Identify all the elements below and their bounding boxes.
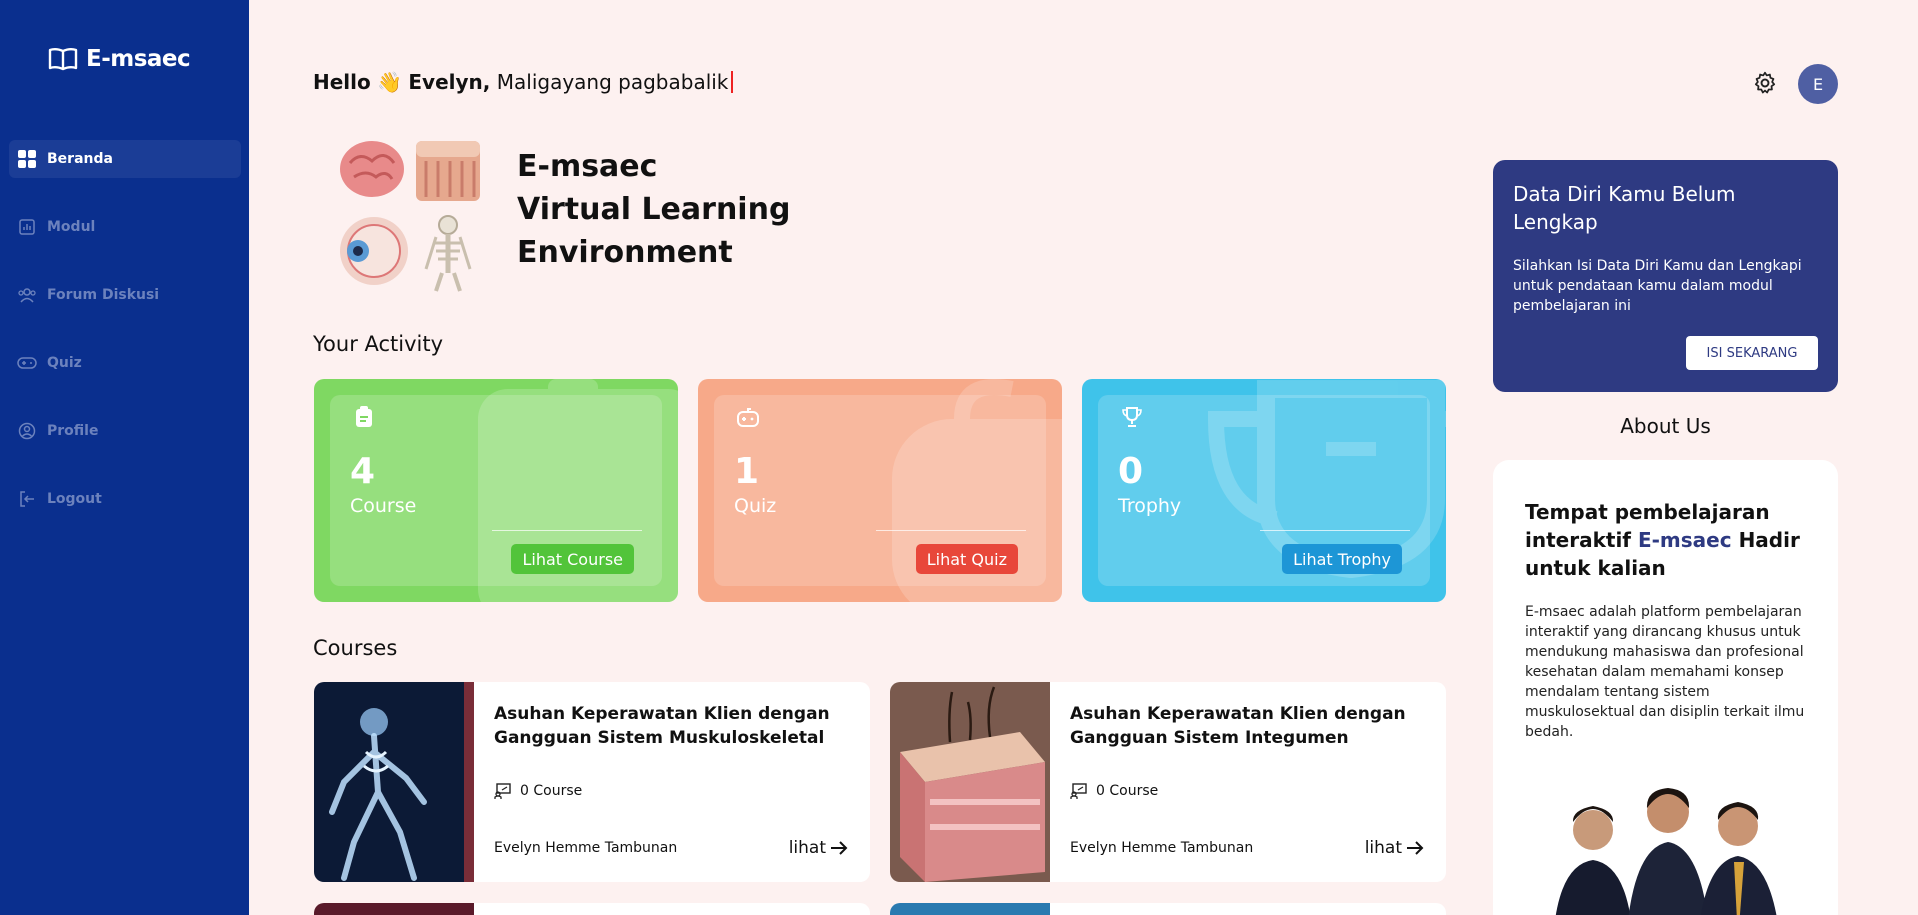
classroom-icon	[494, 783, 511, 799]
course-card-partial[interactable]	[890, 903, 1446, 915]
gamepad-icon	[737, 408, 759, 427]
hero-title: E-msaec Virtual Learning Environment	[517, 149, 791, 270]
lihat-link[interactable]: lihat	[789, 838, 848, 858]
activity-card-trophy: 0 Trophy Lihat Trophy	[1082, 379, 1446, 602]
chart-icon	[17, 217, 37, 237]
lihat-trophy-button[interactable]: Lihat Trophy	[1282, 544, 1402, 574]
course-meta: 0 Course	[494, 782, 582, 800]
greeting-hello: Hello	[313, 70, 371, 94]
sidebar-item-label: Logout	[47, 491, 102, 507]
course-card-partial[interactable]	[314, 903, 870, 915]
trophy-label: Trophy	[1118, 495, 1182, 517]
anatomy-illustration	[340, 141, 480, 292]
clipboard-icon	[356, 406, 372, 427]
course-count-text: 0 Course	[520, 783, 583, 799]
course-title: Asuhan Keperawatan Klien dengan Gangguan…	[494, 704, 830, 748]
trophy-count: 0	[1118, 451, 1144, 492]
greeting-name: Evelyn,	[408, 70, 491, 94]
about-text: E-msaec adalah platform pembelajaran int…	[1525, 604, 1805, 740]
courses-section-title: Courses	[313, 636, 398, 660]
course-count: 4	[350, 451, 376, 492]
gamepad-icon	[17, 353, 37, 373]
grid-icon	[17, 149, 37, 169]
course-count-text: 0 Course	[1096, 783, 1159, 799]
text-caret	[731, 71, 734, 93]
course-thumbnail	[314, 903, 474, 915]
gear-icon[interactable]	[1752, 70, 1778, 96]
activity-card-quiz: 1 Quiz Lihat Quiz	[698, 379, 1062, 602]
greeting: Hello 👋 Evelyn, Maligayang pagbabalik	[313, 70, 734, 94]
course-thumbnail	[890, 903, 1050, 915]
course-title: Asuhan Keperawatan Klien dengan Gangguan…	[1070, 704, 1406, 748]
avatar[interactable]: E	[1798, 64, 1838, 104]
lihat-link[interactable]: lihat	[1365, 838, 1424, 858]
greeting-tagline: Maligayang pagbabalik	[496, 70, 729, 94]
lihat-quiz-button[interactable]: Lihat Quiz	[915, 544, 1018, 574]
course-label: Course	[350, 495, 417, 517]
sidebar-item-label: Forum Diskusi	[47, 287, 160, 303]
skeleton-thumbnail	[314, 682, 474, 882]
quiz-count: 1	[734, 451, 760, 492]
team-photo	[1555, 788, 1777, 915]
sidebar-item-label: Quiz	[47, 355, 82, 371]
skin-layers-thumbnail	[890, 682, 1050, 882]
sidebar-item-beranda[interactable]: Beranda	[9, 140, 241, 178]
notice-text: Silahkan Isi Data Diri Kamu dan Lengkapi…	[1513, 258, 1802, 314]
wave-icon: 👋	[377, 70, 403, 94]
arrow-right-icon	[1407, 841, 1424, 855]
course-meta: 0 Course	[1070, 782, 1158, 800]
sidebar-item-quiz[interactable]: Quiz	[9, 344, 241, 382]
lihat-course-button[interactable]: Lihat Course	[511, 544, 634, 574]
divider	[1260, 530, 1410, 531]
course-card[interactable]: Asuhan Keperawatan Klien dengan Gangguan…	[890, 682, 1446, 882]
activity-card-course: 4 Course Lihat Course	[314, 379, 678, 602]
brand-name: E-msaec	[86, 46, 191, 72]
sidebar-item-logout[interactable]: Logout	[9, 480, 241, 518]
about-card: Tempat pembelajaran interaktif E-msaec H…	[1493, 460, 1838, 915]
logout-icon	[17, 489, 37, 509]
divider	[492, 530, 642, 531]
sidebar: E-msaec Beranda Modul Forum Diskusi Quiz…	[0, 0, 249, 915]
sidebar-item-label: Profile	[47, 423, 99, 439]
divider	[876, 530, 1026, 531]
isi-sekarang-button[interactable]: ISI SEKARANG	[1686, 336, 1818, 370]
sidebar-item-label: Beranda	[47, 151, 113, 167]
course-author: Evelyn Hemme Tambunan	[1070, 840, 1254, 856]
sidebar-item-forum-diskusi[interactable]: Forum Diskusi	[9, 276, 241, 314]
trophy-icon	[1122, 407, 1142, 427]
course-author: Evelyn Hemme Tambunan	[494, 840, 678, 856]
quiz-label: Quiz	[734, 495, 777, 517]
user-circle-icon	[17, 421, 37, 441]
about-title: About Us	[1620, 414, 1711, 438]
brand-logo[interactable]: E-msaec	[48, 46, 191, 72]
people-icon	[17, 285, 37, 305]
classroom-icon	[1070, 783, 1087, 799]
about-heading: Tempat pembelajaran interaktif E-msaec H…	[1525, 500, 1800, 580]
sidebar-item-profile[interactable]: Profile	[9, 412, 241, 450]
arrow-right-icon	[831, 841, 848, 855]
sidebar-item-modul[interactable]: Modul	[9, 208, 241, 246]
notice-title: Data Diri Kamu Belum Lengkap	[1513, 182, 1736, 234]
profile-incomplete-notice: Data Diri Kamu Belum Lengkap Silahkan Is…	[1493, 160, 1838, 392]
book-icon	[48, 48, 78, 71]
sidebar-item-label: Modul	[47, 219, 96, 235]
course-card[interactable]: Asuhan Keperawatan Klien dengan Gangguan…	[314, 682, 870, 882]
activity-section-title: Your Activity	[313, 332, 444, 356]
